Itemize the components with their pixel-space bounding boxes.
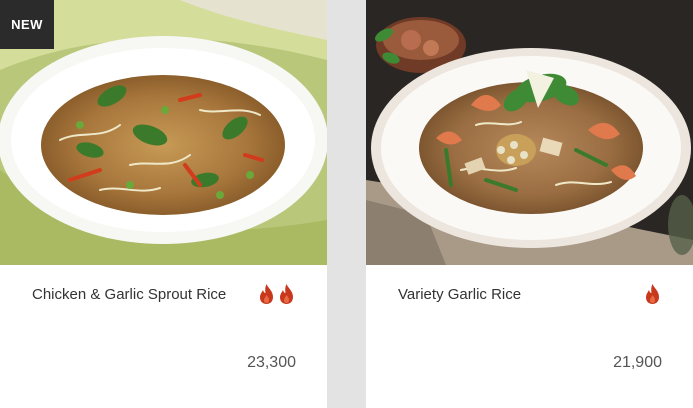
new-badge: NEW bbox=[0, 0, 54, 49]
menu-card-variety-garlic-rice[interactable]: Variety Garlic Rice 21,900 bbox=[366, 0, 693, 408]
menu-card-chicken-garlic-sprout-rice[interactable]: NEW Chicken & Garlic Sprout Rice 23,300 bbox=[0, 0, 327, 408]
chili-flame-icon bbox=[260, 284, 273, 304]
chili-flame-icon bbox=[280, 284, 293, 304]
food-photo[interactable] bbox=[366, 0, 693, 265]
spice-level-indicator bbox=[644, 283, 661, 305]
chili-flame-icon bbox=[646, 284, 659, 304]
spice-level-indicator bbox=[258, 283, 295, 305]
item-name[interactable]: Variety Garlic Rice bbox=[398, 286, 521, 303]
item-price: 23,300 bbox=[247, 354, 296, 371]
item-name[interactable]: Chicken & Garlic Sprout Rice bbox=[32, 286, 226, 303]
item-price: 21,900 bbox=[613, 354, 662, 371]
